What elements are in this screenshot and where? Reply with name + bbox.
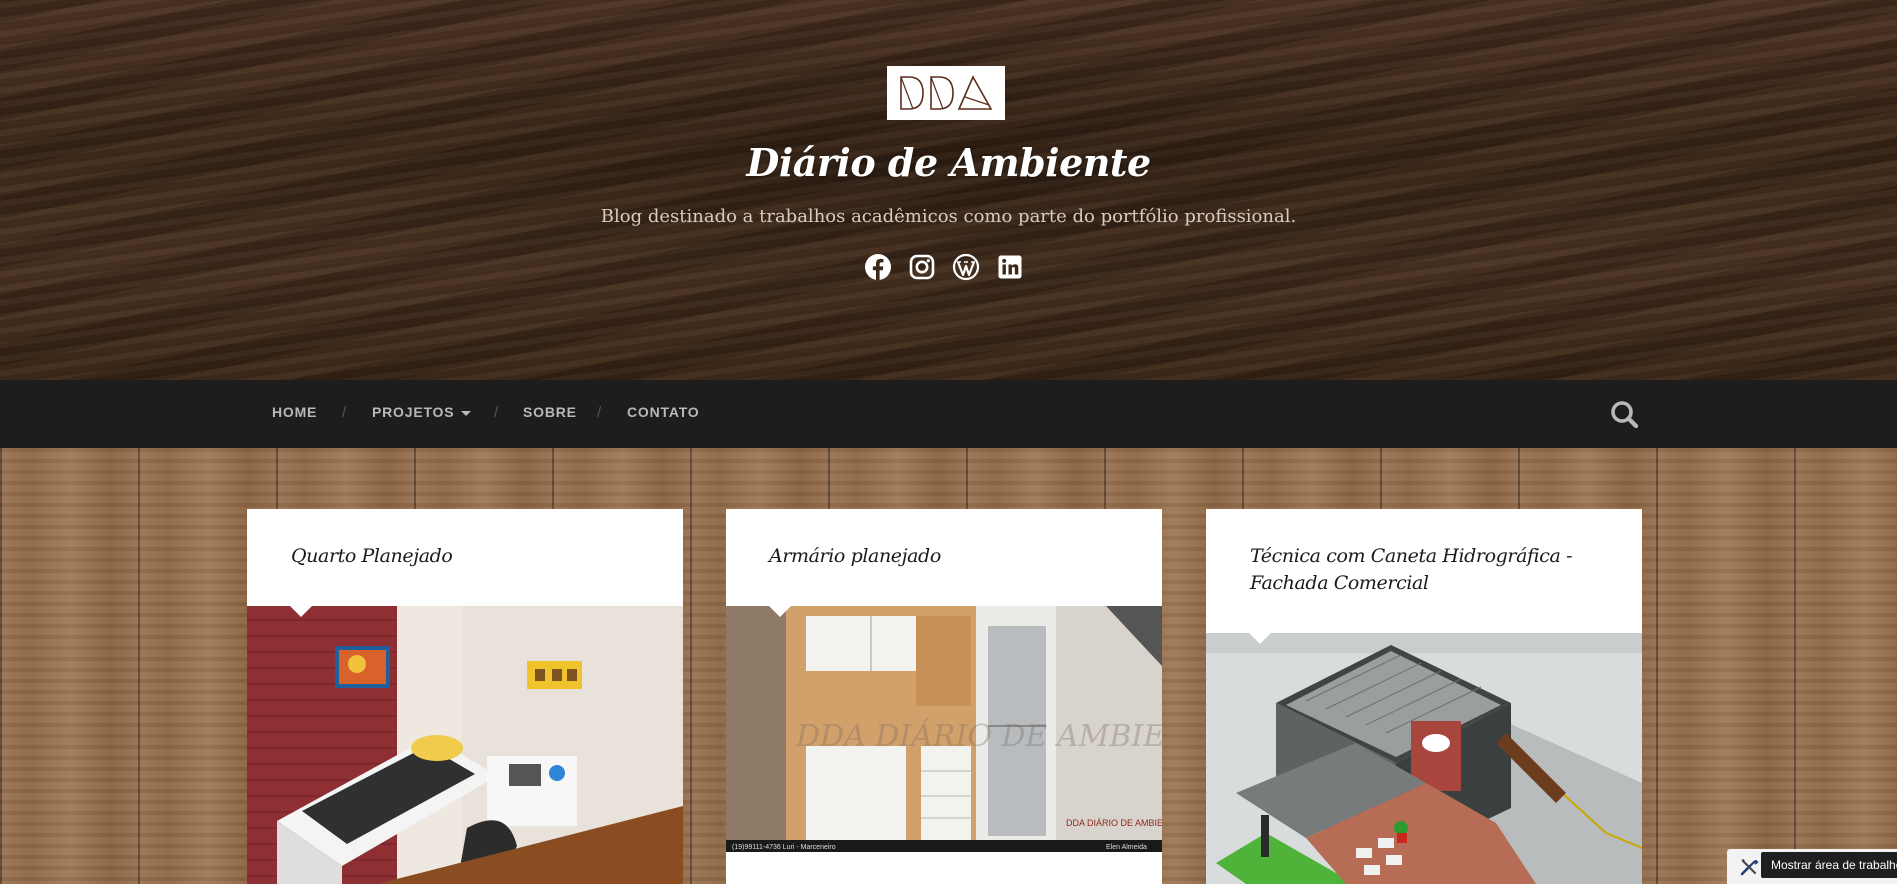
card-notch — [290, 606, 312, 617]
image-caption: DDA DIÁRIO DE AMBIENTE — [1066, 818, 1162, 828]
post-thumbnail[interactable] — [1206, 633, 1642, 884]
linkedin-icon[interactable] — [995, 252, 1025, 282]
social-links — [863, 252, 1033, 282]
nav-item-projetos[interactable]: PROJETOS — [372, 404, 472, 420]
site-tagline: Blog destinado a trabalhos acadêmicos co… — [600, 206, 1297, 227]
site-logo[interactable] — [887, 66, 1005, 120]
facebook-icon[interactable] — [863, 252, 893, 282]
post-card[interactable]: Técnica com Caneta Hidrográfica - Fachad… — [1206, 509, 1642, 884]
nav-separator: / — [342, 404, 347, 421]
nav-item-label: PROJETOS — [372, 404, 455, 420]
nav-separator: / — [597, 404, 602, 421]
post-title[interactable]: Armário planejado — [769, 543, 1122, 570]
card-notch — [1249, 633, 1271, 644]
post-title[interactable]: Técnica com Caneta Hidrográfica - Fachad… — [1250, 543, 1602, 597]
nav-separator: / — [494, 404, 499, 421]
post-card[interactable]: Armário planejado DDA DIÁRIO DE AMBIENTE… — [726, 509, 1162, 884]
site-title[interactable]: Diário de Ambiente — [0, 140, 1897, 185]
post-thumbnail[interactable] — [247, 606, 683, 884]
search-icon[interactable] — [1609, 399, 1641, 431]
post-card[interactable]: Quarto Planejado — [247, 509, 683, 884]
caret-down-icon — [461, 410, 472, 416]
card-notch — [769, 606, 791, 617]
dda-logo-mark — [900, 75, 993, 110]
instagram-icon[interactable] — [907, 252, 937, 282]
site-header: Diário de Ambiente Blog destinado a trab… — [0, 0, 1897, 380]
post-title[interactable]: Quarto Planejado — [291, 543, 643, 570]
image-watermark: DDA DIÁRIO DE AMBIENTE — [795, 718, 1162, 754]
wordpress-icon[interactable] — [951, 252, 981, 282]
tools-icon — [1740, 858, 1759, 875]
image-footer-left: (19)99111-4736 Luri - Marceneiro — [732, 844, 836, 851]
nav-item-contato[interactable]: CONTATO — [627, 404, 699, 420]
image-footer-right: Elen Almeida — [1106, 844, 1147, 851]
post-thumbnail[interactable]: DDA DIÁRIO DE AMBIENTE DDA DIÁRIO DE AMB… — [726, 606, 1162, 852]
nav-item-sobre[interactable]: SOBRE — [523, 404, 577, 420]
show-desktop-tooltip: Mostrar área de trabalho — [1761, 852, 1897, 878]
nav-item-home[interactable]: HOME — [272, 404, 317, 420]
